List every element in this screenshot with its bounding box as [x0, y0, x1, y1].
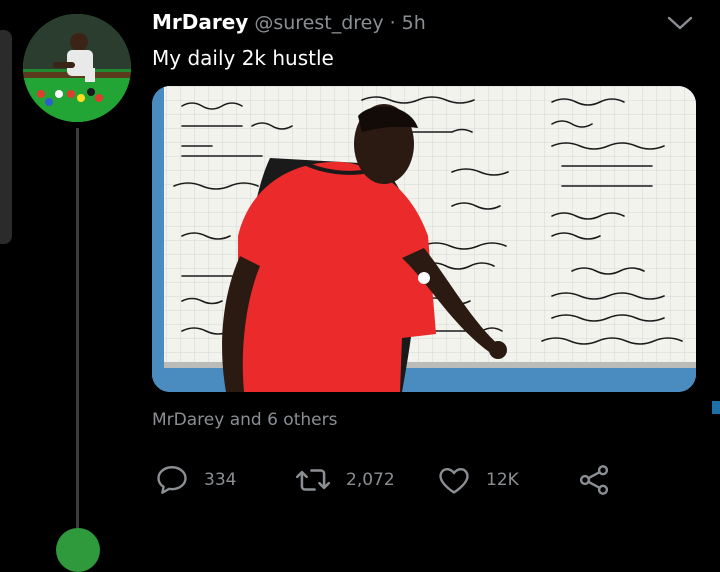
chevron-down-icon — [667, 16, 693, 30]
author-avatar[interactable] — [23, 14, 131, 122]
retweet-count: 2,072 — [346, 470, 395, 490]
heart-icon — [439, 468, 469, 494]
separator-dot: · — [389, 12, 396, 34]
reply-button[interactable]: 334 — [154, 458, 236, 502]
whiteboard-photo — [152, 86, 696, 392]
retweet-button[interactable]: 2,072 — [294, 458, 395, 502]
tweet-body-text: My daily 2k hustle — [152, 46, 334, 70]
thread-connector-line — [76, 128, 79, 528]
tweet-header: MrDarey @surest_drey · 5h — [152, 10, 426, 40]
edge-indicator — [712, 401, 720, 414]
next-reply-avatar[interactable] — [56, 528, 100, 572]
like-button[interactable]: 12K — [436, 458, 519, 502]
like-count: 12K — [486, 470, 519, 490]
author-handle[interactable]: @surest_drey — [254, 12, 383, 34]
tweet-actions-bar: 334 2,072 12K — [152, 458, 622, 502]
reply-icon — [157, 466, 187, 494]
more-options-button[interactable] — [664, 10, 696, 36]
share-icon — [579, 465, 609, 495]
tweet-media-image[interactable] — [152, 86, 696, 392]
retweet-icon — [295, 469, 331, 491]
avatar-photo — [23, 14, 131, 122]
tweet-timestamp[interactable]: 5h — [402, 12, 426, 34]
author-display-name[interactable]: MrDarey — [152, 10, 248, 34]
reply-count: 334 — [204, 470, 237, 490]
share-button[interactable] — [576, 458, 612, 502]
side-panel-edge — [0, 30, 12, 244]
liked-by-summary[interactable]: MrDarey and 6 others — [152, 410, 337, 430]
